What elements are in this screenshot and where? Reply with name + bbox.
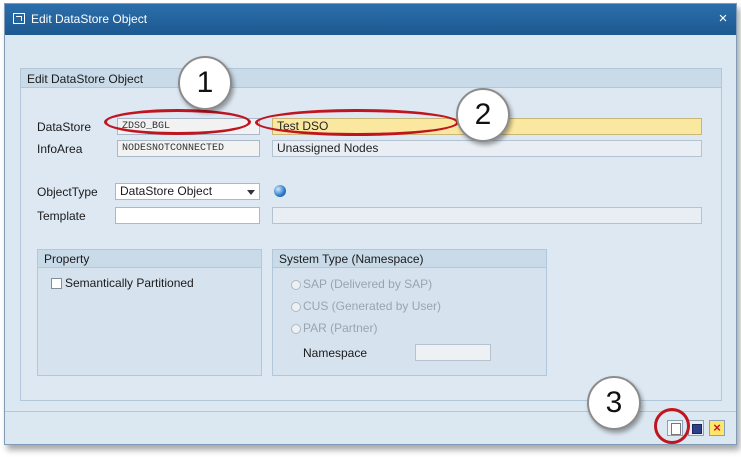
objecttype-label: ObjectType: [37, 185, 98, 199]
semantically-partitioned-checkbox[interactable]: [51, 278, 62, 289]
highlight-ring-datastore: [104, 109, 251, 135]
namespace-field[interactable]: [415, 344, 491, 361]
cancel-icon[interactable]: ×: [709, 420, 725, 436]
namespace-label: Namespace: [303, 346, 368, 360]
globe-icon[interactable]: [274, 185, 286, 197]
callout-number-2: 2: [456, 88, 510, 142]
chevron-down-icon: [247, 190, 255, 195]
group-header: Edit DataStore Object: [21, 69, 721, 88]
callout-number-3: 3: [587, 376, 641, 430]
cus-radio-label: CUS (Generated by User): [303, 299, 442, 313]
semantically-partitioned-label: Semantically Partitioned: [65, 276, 194, 290]
system-type-group: System Type (Namespace) SAP (Delivered b…: [272, 249, 547, 376]
template-description-field: [272, 207, 702, 224]
highlight-ring-description: [255, 109, 459, 136]
sap-radio-label: SAP (Delivered by SAP): [303, 277, 433, 291]
property-group: Property Semantically Partitioned: [37, 249, 262, 376]
window-title: Edit DataStore Object: [31, 12, 148, 26]
close-icon[interactable]: ×: [716, 11, 730, 26]
property-header: Property: [38, 250, 261, 268]
property-title: Property: [44, 252, 90, 266]
infoarea-label: InfoArea: [37, 142, 83, 156]
infoarea-description-field: Unassigned Nodes: [272, 140, 702, 157]
system-type-header: System Type (Namespace): [273, 250, 546, 268]
save-icon[interactable]: [688, 420, 704, 436]
template-field[interactable]: [115, 207, 260, 224]
edit-window-icon: [13, 13, 25, 24]
sap-radio[interactable]: [291, 280, 301, 290]
par-radio-label: PAR (Partner): [303, 321, 378, 335]
system-type-title: System Type (Namespace): [279, 252, 424, 266]
callout-number-1: 1: [178, 56, 232, 110]
infoarea-field[interactable]: NODESNOTCONNECTED: [117, 140, 260, 157]
objecttype-value: DataStore Object: [120, 184, 213, 198]
datastore-label: DataStore: [37, 120, 92, 134]
title-bar: Edit DataStore Object ×: [5, 4, 736, 35]
highlight-ring-new-button: [654, 408, 690, 444]
group-title: Edit DataStore Object: [27, 72, 144, 86]
template-label: Template: [37, 209, 86, 223]
objecttype-dropdown[interactable]: DataStore Object: [115, 183, 260, 200]
par-radio[interactable]: [291, 324, 301, 334]
cus-radio[interactable]: [291, 302, 301, 312]
